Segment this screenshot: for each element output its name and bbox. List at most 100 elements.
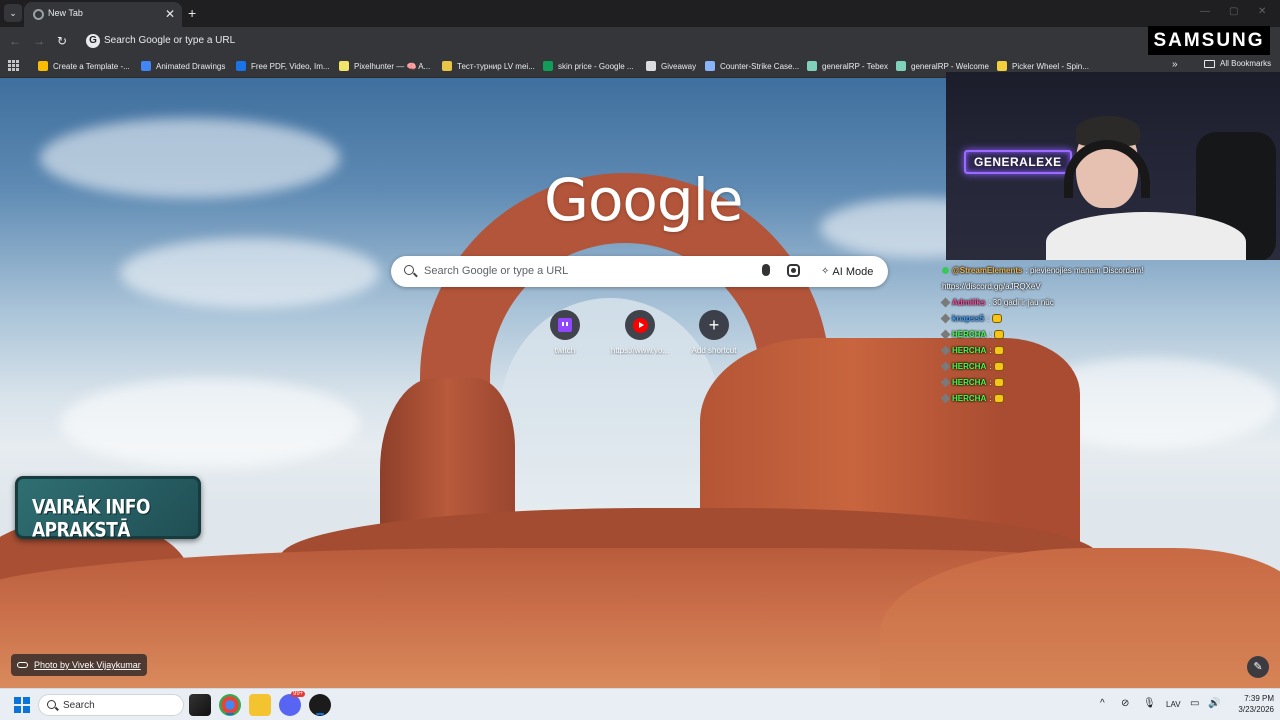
discord-icon[interactable]: 99+ — [279, 691, 306, 716]
emote-icon — [994, 361, 1005, 371]
google-logo: Google — [544, 166, 744, 234]
bookmark-label: generalRP - Tebex — [822, 61, 888, 71]
search-box[interactable]: Search Google or type a URL ✧ AI Mode — [391, 256, 888, 287]
shortcut-label: twitch — [554, 346, 576, 355]
streamer — [1036, 112, 1246, 260]
chat-username: @StreamElements — [952, 265, 1023, 275]
new-tab-button[interactable]: + — [188, 5, 196, 21]
samsung-logo: SAMSUNG — [1148, 26, 1270, 56]
chrome-taskbar-icon[interactable] — [219, 694, 241, 716]
tab-new-tab[interactable]: New Tab ✕ — [24, 2, 182, 27]
bookmark-item[interactable]: Animated Drawings — [141, 59, 225, 73]
bookmark-item[interactable]: Counter-Strike Case... — [705, 59, 799, 73]
bookmark-item[interactable]: generalRP - Welcome — [896, 59, 989, 73]
taskbar: Search 99+ ^ ⊘ 🎙 LAV ▭ 🔊 7:39 PM 3/23/20… — [0, 688, 1280, 720]
chat-username: HERCHA — [952, 393, 987, 403]
search-input[interactable]: Search Google or type a URL — [424, 265, 568, 277]
google-icon: G — [86, 34, 100, 48]
more-bookmarks-icon[interactable]: » — [1172, 59, 1178, 70]
bookmark-item[interactable]: skin price - Google ... — [543, 59, 634, 73]
chat-text: : — [989, 361, 992, 371]
language-indicator[interactable]: LAV — [1166, 700, 1181, 709]
taskbar-search[interactable]: Search — [38, 694, 184, 716]
google-lens-icon[interactable] — [787, 264, 800, 277]
shortcut-add[interactable]: + Add shortcut — [674, 310, 754, 355]
bookmark-label: Animated Drawings — [156, 61, 226, 71]
sword-badge-icon — [940, 377, 951, 387]
bookmark-item[interactable]: Giveaway — [646, 59, 696, 73]
bookmark-item[interactable]: Picker Wheel - Spin... — [997, 59, 1089, 73]
shortcut-youtube[interactable]: https://www.yo... — [600, 310, 680, 355]
bookmark-label: Free PDF, Video, Im... — [251, 61, 330, 71]
tab-search-button[interactable]: ⌄ — [4, 4, 22, 22]
address-bar-text: Search Google or type a URL — [104, 35, 236, 46]
sheets-icon — [543, 61, 553, 71]
forward-button[interactable]: → — [33, 33, 45, 49]
chat-text: : pievienojies manam Discordam! — [1025, 265, 1144, 275]
giveaway-icon — [646, 61, 656, 71]
meta-icon — [141, 61, 151, 71]
tab-title: New Tab — [48, 8, 83, 18]
windows-start-icon[interactable] — [14, 697, 30, 713]
bookmark-label: Giveaway — [661, 61, 697, 71]
microphone-icon[interactable] — [762, 264, 770, 276]
back-button[interactable]: ← — [9, 33, 21, 49]
chat-username: HERCHA — [952, 329, 987, 339]
shortcut-label: Add shortcut — [691, 346, 737, 355]
stream-chat: @StreamElements: pievienojies manam Disc… — [940, 262, 1202, 406]
chat-message: HERCHA: — [940, 342, 1202, 358]
network-icon[interactable]: ⊘ — [1121, 698, 1129, 709]
tebex-icon — [807, 61, 817, 71]
maximize-icon[interactable]: ▢ — [1229, 6, 1238, 17]
show-hidden-icons[interactable]: ^ — [1100, 698, 1105, 709]
customize-pencil-button[interactable]: ✎ — [1247, 656, 1269, 678]
emote-icon — [994, 393, 1005, 403]
chat-text: https://discord.gg/aJRQXeV — [942, 281, 1041, 291]
bookmark-label: Counter-Strike Case... — [720, 61, 800, 71]
chat-message: HERCHA: — [940, 326, 1202, 342]
close-icon[interactable]: ✕ — [165, 6, 175, 22]
display-icon[interactable]: ▭ — [1190, 698, 1199, 709]
bookmark-label: Тест-турнир LV mei... — [457, 61, 535, 71]
bookmark-label: skin price - Google ... — [558, 61, 634, 71]
bookmark-label: Create a Template -... — [53, 61, 130, 71]
ai-mode-button[interactable]: ✧ AI Mode — [815, 260, 881, 283]
system-clock[interactable]: 7:39 PM 3/23/2026 — [1226, 693, 1274, 715]
obs-icon[interactable] — [309, 694, 331, 716]
sword-badge-icon — [940, 361, 951, 371]
reload-button[interactable]: ↻ — [57, 33, 67, 49]
chat-text: : — [989, 345, 992, 355]
bookmark-item[interactable]: Pixelhunter — 🧠 A... — [339, 59, 430, 73]
apps-grid-icon[interactable] — [8, 60, 19, 71]
window-close-icon[interactable]: ✕ — [1258, 6, 1266, 17]
chat-username: HERCHA — [952, 345, 987, 355]
webcam-feed: GENERALEXE — [946, 72, 1280, 260]
chrome-icon — [33, 9, 44, 20]
sword-badge-icon — [940, 297, 951, 307]
bookmark-label: generalRP - Welcome — [911, 61, 989, 71]
chat-message: HERCHA: — [940, 390, 1202, 406]
shortcut-twitch[interactable]: twitch — [525, 310, 605, 355]
task-view-icon[interactable] — [189, 694, 211, 716]
bookmark-item[interactable]: generalRP - Tebex — [807, 59, 888, 73]
volume-icon[interactable]: 🔊 — [1208, 698, 1220, 709]
address-bar[interactable]: G Search Google or type a URL — [80, 30, 1140, 52]
star-icon — [442, 61, 452, 71]
notification-badge: 99+ — [291, 691, 306, 697]
file-explorer-icon[interactable] — [249, 694, 271, 716]
bookmark-item[interactable]: Create a Template -... — [38, 59, 130, 73]
link-icon — [17, 662, 28, 668]
template-icon — [38, 61, 48, 71]
bookmark-item[interactable]: Тест-турнир LV mei... — [442, 59, 535, 73]
bookmark-item[interactable]: Free PDF, Video, Im... — [236, 59, 330, 73]
microphone-tray-icon[interactable]: 🎙 — [1143, 698, 1156, 709]
minimize-icon[interactable]: — — [1200, 6, 1210, 17]
emote-icon — [994, 345, 1005, 355]
all-bookmarks-label: All Bookmarks — [1220, 59, 1272, 68]
tab-strip: ⌄ New Tab ✕ + — ▢ ✕ — [0, 0, 1280, 27]
all-bookmarks-button[interactable]: All Bookmarks — [1204, 59, 1271, 68]
photo-credit-link[interactable]: Photo by Vivek Vijaykumar — [11, 654, 147, 676]
chat-message: HERCHA: — [940, 374, 1202, 390]
search-icon — [47, 700, 56, 709]
emote-icon — [992, 313, 1003, 323]
